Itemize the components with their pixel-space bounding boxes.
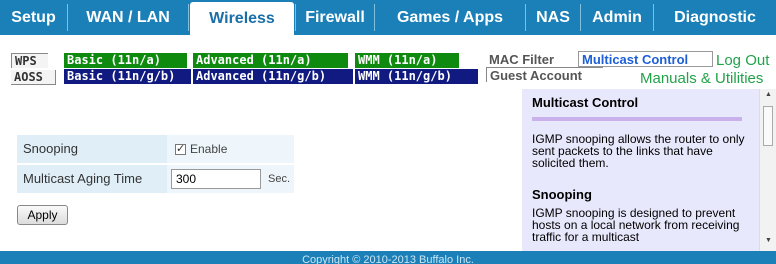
submenu-advanced-11na[interactable]: Advanced (11n/a) bbox=[193, 53, 348, 68]
tab-games-apps[interactable]: Games / Apps bbox=[375, 0, 525, 35]
help-title: Multicast Control bbox=[532, 95, 639, 110]
copyright-text: Copyright © 2010-2013 Buffalo Inc. bbox=[302, 254, 474, 264]
tab-diagnostic[interactable]: Diagnostic bbox=[654, 0, 776, 35]
aging-time-label: Multicast Aging Time bbox=[23, 171, 143, 186]
submenu-guest-account[interactable]: Guest Account bbox=[486, 67, 603, 83]
help-scrollbar[interactable]: ▲ ▼ bbox=[759, 89, 776, 251]
tab-wan-lan[interactable]: WAN / LAN bbox=[68, 0, 188, 35]
aging-time-cell: Sec. bbox=[167, 165, 294, 193]
scroll-thumb[interactable] bbox=[763, 106, 773, 146]
help-panel: Multicast Control IGMP snooping allows t… bbox=[522, 89, 759, 251]
apply-button[interactable]: Apply bbox=[17, 205, 68, 225]
submenu-wps[interactable]: WPS bbox=[11, 53, 48, 68]
footer: Copyright © 2010-2013 Buffalo Inc. bbox=[0, 251, 776, 264]
tab-setup[interactable]: Setup bbox=[0, 0, 67, 35]
tab-divider bbox=[188, 4, 189, 31]
enable-label: Enable bbox=[190, 142, 228, 156]
tab-wireless[interactable]: Wireless bbox=[190, 2, 294, 35]
top-navigation: Setup WAN / LAN Wireless Firewall Games … bbox=[0, 0, 776, 35]
tab-admin[interactable]: Admin bbox=[581, 0, 653, 35]
submenu-wmm-11ngb[interactable]: WMM (11n/g/b) bbox=[355, 69, 478, 84]
snooping-enable-checkbox[interactable] bbox=[175, 142, 186, 155]
seconds-unit: Sec. bbox=[268, 173, 291, 185]
submenu-mac-filter[interactable]: MAC Filter bbox=[486, 52, 577, 67]
aging-time-input[interactable] bbox=[171, 169, 261, 189]
submenu-basic-11na[interactable]: Basic (11n/a) bbox=[64, 53, 187, 68]
help-intro-text: IGMP snooping allows the router to only … bbox=[532, 132, 745, 170]
tab-nas[interactable]: NAS bbox=[526, 0, 580, 35]
aging-time-row: Multicast Aging Time Sec. bbox=[17, 165, 294, 193]
snooping-row: Snooping Enable bbox=[17, 135, 294, 163]
snooping-label: Snooping bbox=[23, 141, 78, 156]
snooping-cell: Enable bbox=[167, 135, 294, 163]
help-title-underline bbox=[532, 117, 742, 121]
submenu-multicast-control[interactable]: Multicast Control bbox=[578, 51, 713, 67]
manuals-utilities-link[interactable]: Manuals & Utilities bbox=[640, 70, 763, 87]
submenu-wmm-11na[interactable]: WMM (11n/a) bbox=[355, 53, 459, 68]
tab-firewall[interactable]: Firewall bbox=[296, 0, 374, 35]
submenu-basic-11ngb[interactable]: Basic (11n/g/b) bbox=[64, 69, 191, 84]
help-snooping-text: IGMP snooping is designed to prevent hos… bbox=[532, 206, 740, 244]
scroll-down-arrow-icon[interactable]: ▼ bbox=[760, 237, 776, 249]
submenu-advanced-11ngb[interactable]: Advanced (11n/g/b) bbox=[193, 69, 353, 84]
logout-link[interactable]: Log Out bbox=[716, 52, 769, 69]
scroll-up-arrow-icon[interactable]: ▲ bbox=[760, 91, 776, 103]
submenu-aoss[interactable]: AOSS bbox=[11, 70, 56, 85]
help-snooping-title: Snooping bbox=[532, 187, 592, 202]
